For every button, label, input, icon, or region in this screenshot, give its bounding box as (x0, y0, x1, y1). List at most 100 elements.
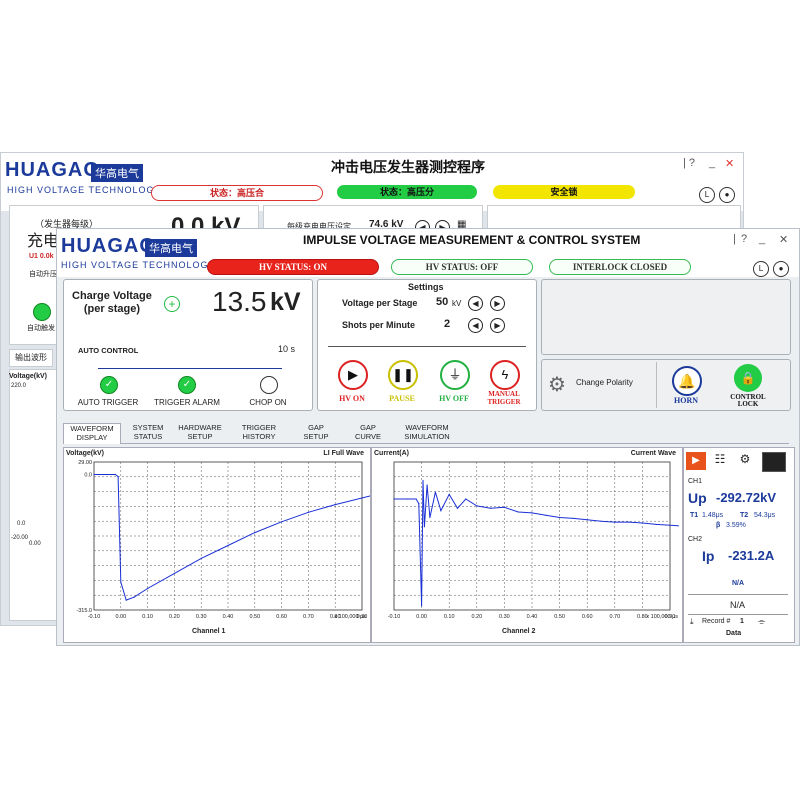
current-chart: -0.10 0.00 0.10 0.20 0.30 0.40 0.50 0.60 0.70 0.8… (388, 461, 679, 620)
shots-per-minute-label: Shots per Minute (342, 320, 416, 330)
language-icon[interactable]: L (753, 261, 769, 277)
back-minimize-button[interactable]: _ (709, 157, 715, 169)
close-button[interactable]: ✕ (779, 233, 788, 246)
x-tick-label: 0.40 (527, 614, 538, 620)
voltage-decrease-icon[interactable]: ◀ (468, 296, 483, 311)
pause-button[interactable]: PAUSE (382, 394, 422, 403)
hv-on-play-icon[interactable]: ▶ (338, 360, 368, 390)
back-chart-stub (9, 369, 59, 621)
data-point (641, 522, 643, 524)
back-status-hv-open[interactable]: 状态：高压分 (337, 185, 477, 199)
data-point (125, 599, 127, 601)
shots-decrease-icon[interactable]: ◀ (468, 318, 483, 333)
back-user-icon[interactable]: ● (719, 187, 735, 203)
x-tick-label: 0.10 (444, 614, 455, 620)
settings-gear-icon[interactable]: ⚙ (734, 452, 756, 470)
hv-status-on-badge[interactable]: HV STATUS: ON (207, 259, 379, 275)
change-polarity-button[interactable]: Change Polarity (576, 378, 633, 387)
user-icon[interactable]: ● (773, 261, 789, 277)
logo-cn: 华高电气 (145, 239, 197, 257)
back-language-icon[interactable]: L (699, 187, 715, 203)
help-button[interactable]: ? (741, 233, 747, 245)
record-value[interactable]: 1 (740, 618, 744, 625)
data-point (423, 526, 425, 528)
data-point (93, 473, 95, 476)
y-tick-label: 29.00 (78, 460, 92, 466)
tab-waveform-display[interactable]: WAVEFORM DISPLAY (63, 423, 121, 444)
download-icon[interactable]: ⤓ (690, 617, 694, 627)
channel2-label: Channel 2 (502, 628, 536, 635)
data-point (415, 498, 417, 500)
scope-icon[interactable] (762, 452, 786, 472)
main-window: HUAGAO 华高电气 HIGH VOLTAGE TECHNOLOGY IMPU… (56, 228, 800, 646)
x-tick-label: 0.10 (142, 614, 153, 620)
bell-icon[interactable]: 🔔 (672, 366, 702, 396)
tab-gap-setup[interactable]: GAP SETUP (299, 423, 333, 441)
shots-per-minute-value: 2 (444, 318, 451, 330)
data-point (448, 493, 450, 495)
horn-button[interactable]: HORN (666, 396, 706, 405)
voltage-per-stage-value: 50 (436, 296, 449, 308)
current-plot-panel: Current(A) Current Wave -0.10 0.00 0.10 0.2… (371, 447, 683, 643)
separator: | (733, 233, 736, 245)
na-value-1: N/A (732, 580, 745, 587)
tab-gap-curve[interactable]: GAP CURVE (351, 423, 385, 441)
shots-increase-icon[interactable]: ▶ (490, 318, 505, 333)
control-panel: ⚙ Change Polarity 🔔 HORN 🔒 CONTROL LOCK (541, 359, 791, 411)
voltage-per-stage-unit: kV (452, 299, 462, 308)
x-tick-label: 0.60 (276, 614, 287, 620)
settings-panel: Settings Voltage per Stage 50 kV ◀ ▶ Sho… (317, 279, 537, 411)
hv-status-off-badge[interactable]: HV STATUS: OFF (391, 259, 533, 275)
data-point (572, 517, 574, 520)
data-side-panel: ▶ ☷ ⚙ CH1 Up -292.72kV T1 1.48μs T2 54.3… (683, 447, 795, 643)
tab-waveform-simulation[interactable]: WAVEFORM SIMULATION (397, 423, 457, 441)
data-point (117, 476, 119, 478)
x-tick-label: 0.70 (609, 614, 620, 620)
charge-voltage-value: 13.5 (212, 286, 267, 317)
back-tab-output[interactable]: 输出波形 (9, 349, 53, 367)
message-panel (541, 279, 791, 355)
tab-trigger-history[interactable]: TRIGGER HISTORY (237, 423, 281, 441)
up-value: -292.72kV (716, 490, 776, 505)
chop-on-indicator[interactable] (260, 376, 278, 394)
minimize-button[interactable]: _ (759, 233, 765, 245)
trigger-alarm-check-icon[interactable]: ✓ (178, 376, 196, 394)
data-point (517, 511, 519, 513)
settings-divider (328, 346, 526, 347)
manual-trigger-bolt-icon[interactable]: ϟ (490, 360, 520, 390)
pause-icon[interactable]: ❚❚ (388, 360, 418, 390)
tab-hardware-setup[interactable]: HARDWARE SETUP (175, 423, 225, 441)
beta-label: β (716, 522, 721, 529)
add-icon[interactable]: + (164, 296, 180, 312)
play-icon[interactable]: ▶ (686, 452, 706, 470)
auto-control-label: AUTO CONTROL (78, 346, 139, 355)
back-help-icon[interactable]: | ? (683, 157, 695, 169)
back-status-hv-closed[interactable]: 状态：高压合 (151, 185, 323, 201)
tab-system-status[interactable]: SYSTEM STATUS (127, 423, 169, 441)
control-lock-button[interactable]: CONTROL LOCK (724, 394, 772, 408)
back-close-button[interactable]: ✕ (725, 157, 734, 170)
auto-control-time: 10 s (278, 344, 296, 354)
lock-icon[interactable]: 🔒 (734, 364, 762, 392)
manual-trigger-button[interactable]: MANUAL TRIGGER (480, 390, 528, 406)
voltage-increase-icon[interactable]: ▶ (490, 296, 505, 311)
sliders-icon[interactable]: ☷ (710, 452, 730, 470)
back-logo-cn: 华高电气 (91, 164, 143, 182)
back-status-interlock[interactable]: 安全锁 (493, 185, 635, 199)
gear-icon[interactable]: ⚙ (548, 372, 566, 397)
data-point (456, 507, 459, 509)
voltage-per-stage-label: Voltage per Stage (342, 298, 418, 308)
x-tick-label: -0.10 (88, 614, 101, 620)
export-icon[interactable]: ⌯ (758, 616, 765, 627)
back-logo-subtitle: HIGH VOLTAGE TECHNOLOGY (7, 185, 162, 195)
logo-subtitle: HIGH VOLTAGE TECHNOLOGY (61, 260, 216, 270)
x-tick-label: 0.50 (249, 614, 260, 620)
back-auto-trigger-indicator (33, 303, 51, 321)
data-point (545, 514, 547, 516)
auto-trigger-check-icon[interactable]: ✓ (100, 376, 118, 394)
hv-off-ground-icon[interactable]: ⏚ (440, 360, 470, 390)
interlock-status-badge[interactable]: INTERLOCK CLOSED (549, 259, 691, 275)
hv-off-button[interactable]: HV OFF (434, 394, 474, 403)
hv-on-button[interactable]: HV ON (332, 394, 372, 403)
logo: HUAGAO (61, 235, 156, 257)
